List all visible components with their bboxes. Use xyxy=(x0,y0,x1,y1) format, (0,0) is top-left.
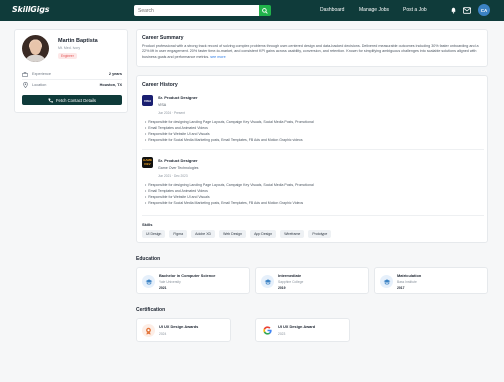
education-title: Education xyxy=(136,256,161,262)
summary-body: Product professional with a strong track… xyxy=(142,44,479,59)
job-bullets: Responsible for designing Landing Page L… xyxy=(145,119,314,143)
profile-subtitle: Mt. Med. Ivory xyxy=(58,46,81,50)
certification-name: UI UX Design Awards xyxy=(159,324,199,329)
skill-chip: Wireframe xyxy=(280,230,305,238)
visa-logo: VISA xyxy=(142,95,153,106)
graduation-cap-icon xyxy=(142,275,155,288)
education-title-text: Matriculation xyxy=(397,273,422,278)
career-summary-card: Career Summary Product professional with… xyxy=(136,29,488,67)
certification-year: 2024 xyxy=(159,332,167,336)
education-year: 2021 xyxy=(159,286,167,290)
briefcase-icon xyxy=(22,71,28,77)
experience-row: Experience 2 years xyxy=(22,71,122,77)
status-badge: Engineer xyxy=(58,53,77,59)
location-value: Houston, TX xyxy=(99,83,122,87)
job-role: Sr. Product Designer xyxy=(158,95,198,100)
search-button[interactable] xyxy=(259,5,271,16)
certification-name: UI UX Design Award xyxy=(278,324,316,329)
career-history-card: Career History VISA Sr. Product Designer… xyxy=(136,75,488,243)
job-dates: Jun 2024 · Present xyxy=(158,111,185,115)
fetch-contact-button[interactable]: Fetch Contact Details xyxy=(22,95,122,105)
top-navbar: SkillGigs Dashboard Manage Jobs Post a J… xyxy=(0,0,504,21)
search-bar xyxy=(134,5,271,16)
section-title: Career Summary xyxy=(142,35,184,41)
mail-icon[interactable] xyxy=(463,6,471,14)
graduation-cap-icon xyxy=(380,275,393,288)
profile-photo xyxy=(22,35,49,62)
education-card: Intermediate Sapphire College 2019 xyxy=(255,267,369,294)
divider xyxy=(22,79,122,80)
education-institution: Bass Institute xyxy=(397,280,417,284)
certification-card: UI UX Design Award 2023 xyxy=(255,318,350,342)
certification-title: Certification xyxy=(136,307,166,313)
skill-chip: Figma xyxy=(169,230,188,238)
fetch-contact-label: Fetch Contact Details xyxy=(55,97,97,103)
certification-card: UI UX Design Awards 2024 xyxy=(136,318,231,342)
profile-name: Martin Baptista xyxy=(58,38,98,44)
divider xyxy=(142,149,484,150)
experience-value: 2 years xyxy=(108,72,122,76)
skill-chip: Prototype xyxy=(308,230,332,238)
location-label: Location xyxy=(32,83,47,87)
search-input[interactable] xyxy=(134,5,259,16)
education-title-text: Intermediate xyxy=(278,273,302,278)
location-row: Location Houston, TX xyxy=(22,82,122,88)
award-medal-icon xyxy=(142,324,155,337)
nav-manage-jobs[interactable]: Manage Jobs xyxy=(359,7,389,13)
education-institution: Yale University xyxy=(159,280,181,284)
app-logo[interactable]: SkillGigs xyxy=(12,5,50,14)
list-item: Responsible for Social Media Marketing p… xyxy=(145,137,314,143)
experience-label: Experience xyxy=(32,72,51,76)
skills-label: Skills xyxy=(142,222,153,227)
phone-icon xyxy=(48,98,53,103)
see-more-link[interactable]: see more xyxy=(210,55,225,59)
nav-dashboard[interactable]: Dashboard xyxy=(320,7,344,13)
skill-chip: UI Design xyxy=(142,230,166,238)
job-company: Game Over Technologies xyxy=(158,166,199,170)
divider xyxy=(142,215,484,216)
skills-list: UI Design Figma Adobe XD Web Design App … xyxy=(142,230,332,238)
game-over-logo: GAME DEV xyxy=(142,157,153,168)
certification-year: 2023 xyxy=(278,332,286,336)
summary-text: Product professional with a strong track… xyxy=(142,44,484,60)
graduation-cap-icon xyxy=(261,275,274,288)
bell-icon[interactable] xyxy=(449,6,457,14)
user-avatar[interactable]: CA xyxy=(478,4,490,16)
section-title: Career History xyxy=(142,82,178,88)
search-icon xyxy=(262,7,268,14)
nav-post-a-job[interactable]: Post a Job xyxy=(403,7,427,13)
skill-chip: Web Design xyxy=(219,230,247,238)
education-title-text: Bachelor in Computer Science xyxy=(159,273,216,278)
job-bullets: Responsible for designing Landing Page L… xyxy=(145,182,314,206)
profile-card: Martin Baptista Mt. Med. Ivory Engineer … xyxy=(14,29,128,113)
job-company: VISA xyxy=(158,103,167,107)
skill-chip: App Design xyxy=(250,230,277,238)
job-dates: Jun 2021 · Dec 2023 xyxy=(158,174,188,178)
education-year: 2017 xyxy=(397,286,405,290)
job-role: Sr. Product Designer xyxy=(158,158,198,163)
education-institution: Sapphire College xyxy=(278,280,304,284)
education-card: Matriculation Bass Institute 2017 xyxy=(374,267,488,294)
location-pin-icon xyxy=(22,82,28,88)
education-card: Bachelor in Computer Science Yale Univer… xyxy=(136,267,250,294)
skill-chip: Adobe XD xyxy=(191,230,216,238)
education-year: 2019 xyxy=(278,286,286,290)
google-logo-icon xyxy=(261,324,274,337)
list-item: Responsible for Social Media Marketing p… xyxy=(145,200,314,206)
